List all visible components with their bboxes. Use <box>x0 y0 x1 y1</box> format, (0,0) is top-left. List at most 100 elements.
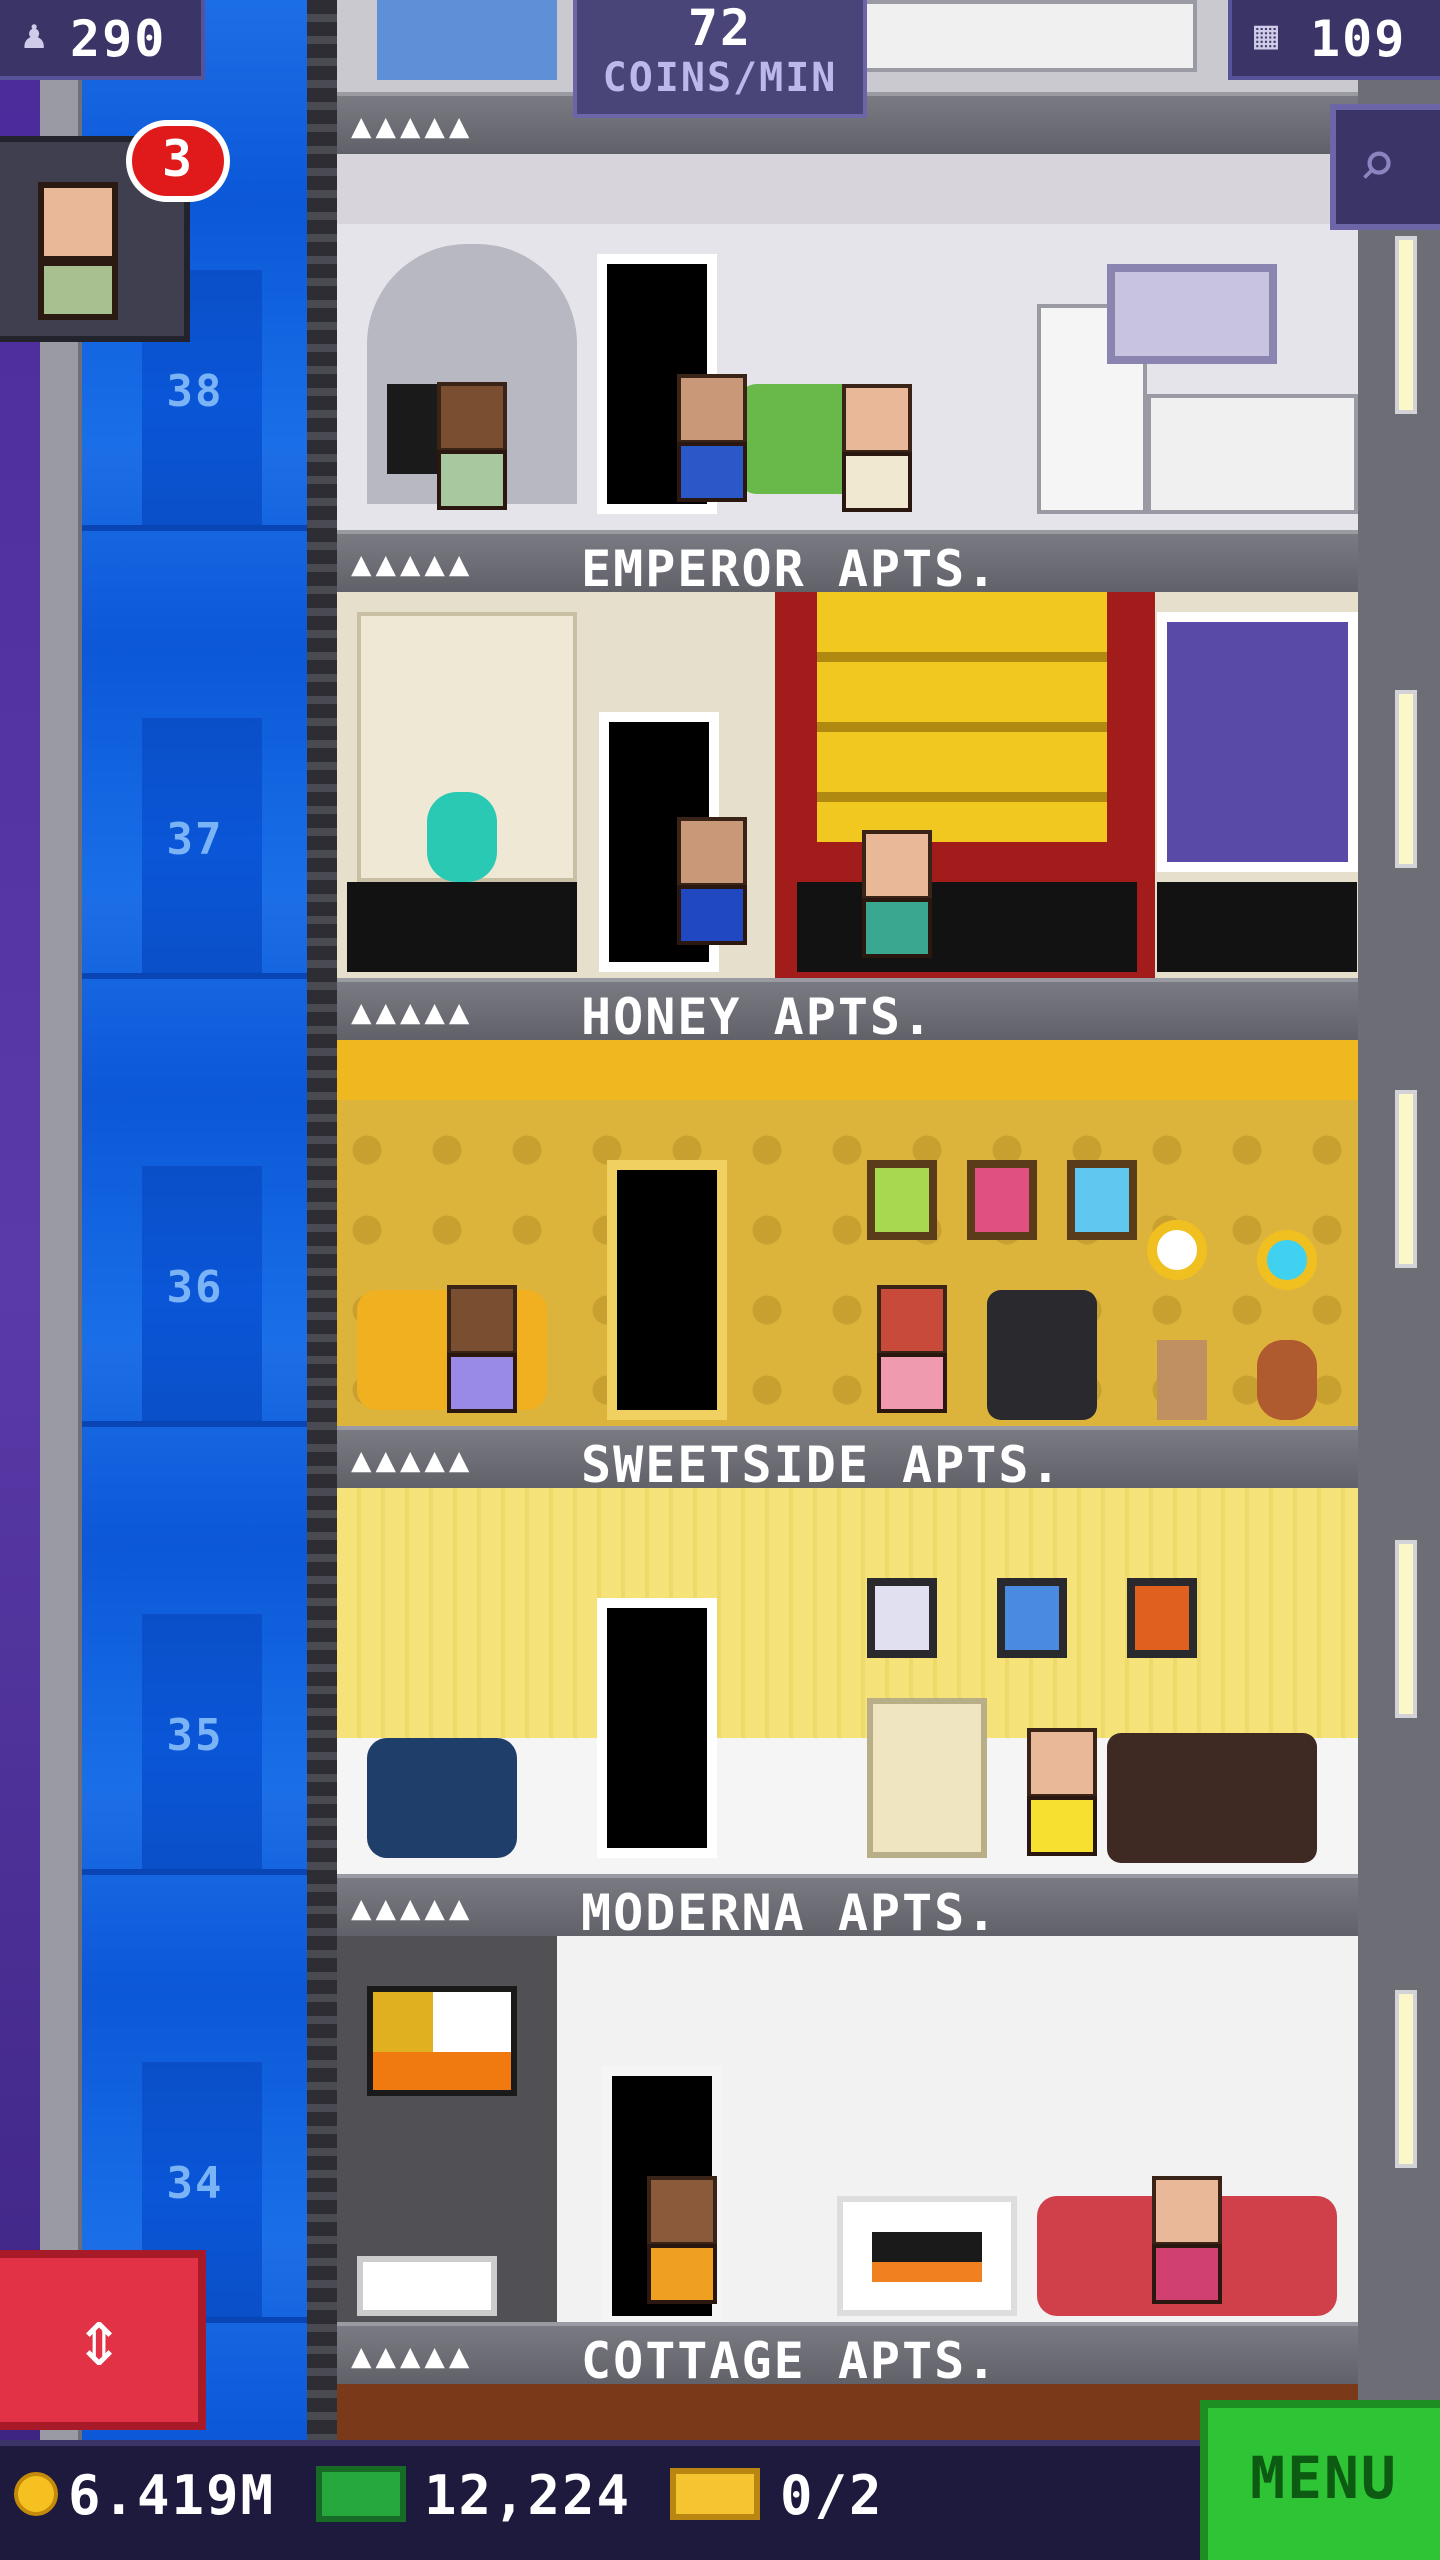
honey-drip <box>337 1040 1358 1100</box>
elevator-button[interactable]: ⇕ <box>0 2250 206 2430</box>
visitor-avatar <box>38 182 118 262</box>
visitor-count-badge: 3 <box>126 120 230 202</box>
picture-frame <box>867 1160 937 1240</box>
floor-number: 34 <box>166 2158 224 2209</box>
floor-name: EMPEROR APTS. <box>581 540 999 598</box>
shaft-divider <box>82 1421 307 1427</box>
building-icon: ▦ <box>1254 12 1281 58</box>
picture-frame <box>867 1578 937 1658</box>
floor-label-bar[interactable]: ▲▲▲▲▲ COTTAGE APTS. <box>337 2322 1358 2390</box>
flower <box>1147 1220 1207 1280</box>
kitchen-counter <box>1147 394 1358 514</box>
painting-block <box>373 2052 511 2090</box>
resident-icons: ▲▲▲▲▲ <box>351 992 474 1032</box>
floor-name: COTTAGE APTS. <box>581 2332 999 2390</box>
bed-base <box>797 882 1137 972</box>
room-honey[interactable] <box>337 592 1358 978</box>
window-light <box>1395 236 1417 414</box>
armchair <box>377 0 557 80</box>
fireplace <box>837 2196 1017 2316</box>
resident[interactable] <box>677 374 747 502</box>
floor-name: HONEY APTS. <box>581 988 935 1046</box>
floor-label-bar[interactable]: ▲▲▲▲▲ MODERNA APTS. <box>337 1874 1358 1942</box>
side-table <box>1157 882 1357 972</box>
population-counter[interactable]: ♟ 290 <box>0 0 205 80</box>
floor-label-bar[interactable]: ▲▲▲▲▲ HONEY APTS. <box>337 978 1358 1046</box>
room-cottage[interactable] <box>337 1936 1358 2322</box>
bux-value: 12,224 <box>424 2464 632 2527</box>
picture-frame <box>1127 1578 1197 1658</box>
floor-number: 38 <box>166 366 224 417</box>
kitchen-counter <box>857 0 1197 72</box>
resident-icons: ▲▲▲▲▲ <box>351 2336 474 2376</box>
resident-icons: ▲▲▲▲▲ <box>351 106 474 146</box>
shaft-divider <box>82 973 307 979</box>
window <box>1157 612 1358 872</box>
resident-icons: ▲▲▲▲▲ <box>351 1440 474 1480</box>
ticket-icon[interactable] <box>670 2468 760 2520</box>
tickets-value: 0/2 <box>780 2464 884 2527</box>
elevator-rail <box>40 80 82 2460</box>
painting-block <box>373 1992 433 2052</box>
coin-icon <box>14 2472 58 2516</box>
up-down-arrows-icon: ⇕ <box>74 2291 124 2384</box>
menu-button[interactable]: MENU <box>1200 2400 1440 2560</box>
armchair <box>987 1290 1097 1420</box>
resident[interactable] <box>862 830 932 958</box>
window-light <box>1395 1540 1417 1718</box>
resident[interactable] <box>1152 2176 1222 2304</box>
coin-rate-panel[interactable]: 72 COINS/MIN <box>573 0 867 118</box>
apartment-door[interactable] <box>607 1160 727 1420</box>
armchair <box>367 1738 517 1858</box>
floor-number: 35 <box>166 1710 224 1761</box>
abstract-painting <box>367 1986 517 2096</box>
picture-frame <box>997 1578 1067 1658</box>
vase <box>427 792 497 882</box>
bux-icon[interactable] <box>316 2466 406 2522</box>
search-button[interactable]: ⌕ <box>1330 104 1440 230</box>
flower-pot <box>1257 1340 1317 1420</box>
room-sweetside[interactable] <box>337 1040 1358 1426</box>
resident[interactable] <box>677 817 747 945</box>
tower-frame <box>307 0 337 2440</box>
resident[interactable] <box>877 1285 947 1413</box>
window-light <box>1395 1090 1417 1268</box>
sky-backdrop <box>0 0 40 2560</box>
picture-frame <box>1067 1160 1137 1240</box>
flower <box>1257 1230 1317 1290</box>
floor-name: SWEETSIDE APTS. <box>581 1436 1063 1494</box>
visitor-body <box>38 260 118 320</box>
floor-label-bar[interactable]: ▲▲▲▲▲ SWEETSIDE APTS. <box>337 1426 1358 1494</box>
room-emperor[interactable] <box>337 154 1358 530</box>
retro-computer <box>867 1698 987 1858</box>
shaft-divider <box>82 1869 307 1875</box>
floor-counter[interactable]: ▦ 109 <box>1228 0 1440 80</box>
picture-frame <box>967 1160 1037 1240</box>
resident[interactable] <box>1027 1728 1097 1856</box>
person-icon: ♟ <box>22 12 49 58</box>
population-value: 290 <box>70 10 167 68</box>
floor-count-value: 109 <box>1310 10 1407 68</box>
window-light <box>1395 1990 1417 2168</box>
magnifier-icon: ⌕ <box>1358 128 1397 202</box>
resident-icons: ▲▲▲▲▲ <box>351 1888 474 1928</box>
flower-pot <box>1157 1340 1207 1420</box>
resident[interactable] <box>437 382 507 510</box>
window-light <box>1395 690 1417 868</box>
fire <box>872 2232 982 2282</box>
room-moderna[interactable] <box>337 1488 1358 1874</box>
coin-rate-unit: COINS/MIN <box>602 55 838 101</box>
gold-headboard <box>817 592 1107 842</box>
resident[interactable] <box>842 384 912 512</box>
menu-label: MENU <box>1250 2444 1398 2512</box>
coins-value: 6.419M <box>68 2464 276 2527</box>
floor-number: 36 <box>166 1262 224 1313</box>
resident[interactable] <box>447 1285 517 1413</box>
floor-label-bar[interactable]: ▲▲▲▲▲ EMPEROR APTS. <box>337 530 1358 598</box>
apartment-door[interactable] <box>597 1598 717 1858</box>
resident-icons: ▲▲▲▲▲ <box>351 544 474 584</box>
window <box>1107 264 1277 364</box>
side-table <box>357 2256 497 2316</box>
resident[interactable] <box>647 2176 717 2304</box>
shaft-divider <box>82 525 307 531</box>
